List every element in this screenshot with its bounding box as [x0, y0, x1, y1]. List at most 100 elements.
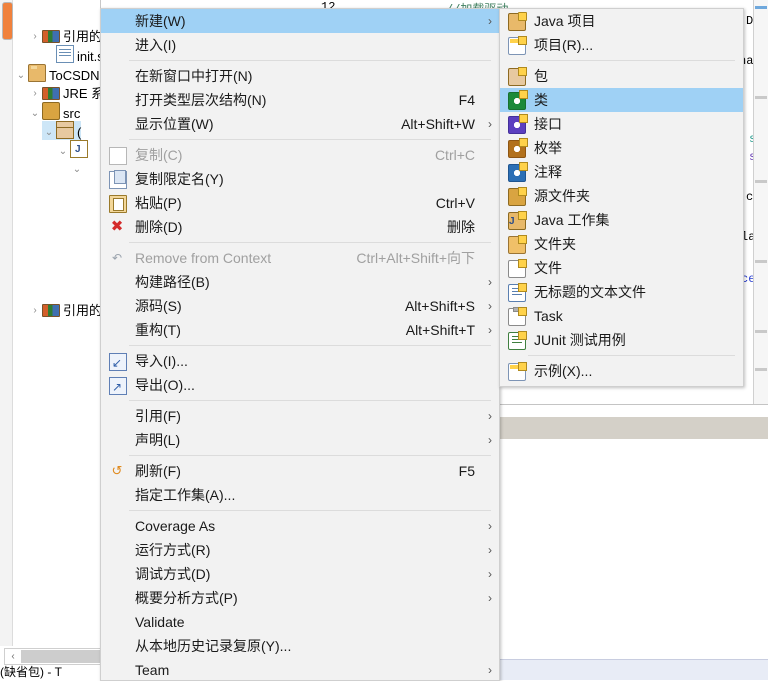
menu-item[interactable]: 在新窗口中打开(N): [101, 64, 499, 88]
tree-item[interactable]: ⌄ src: [28, 102, 80, 121]
tree-item[interactable]: ⌄: [70, 159, 84, 178]
menu-item[interactable]: 粘贴(P) Ctrl+V: [101, 191, 499, 215]
twisty-icon[interactable]: ⌄: [56, 142, 70, 161]
twisty-icon[interactable]: ⌄: [28, 104, 42, 123]
chevron-right-icon: ›: [488, 663, 492, 677]
submenu-item-label: 无标题的文本文件: [534, 284, 646, 300]
submenu-item[interactable]: 类: [500, 88, 743, 112]
scroll-left-arrow-icon[interactable]: ‹: [6, 650, 20, 663]
submenu-item[interactable]: 示例(X)...: [500, 359, 743, 383]
menu-item[interactable]: 进入(I): [101, 33, 499, 57]
menu-item[interactable]: 新建(W) ›: [101, 9, 499, 33]
tree-item[interactable]: init.s: [42, 45, 100, 64]
tree-item[interactable]: › 引用的: [28, 300, 100, 320]
menu-item-label: 新建(W): [135, 13, 186, 29]
context-menu[interactable]: 新建(W) › 进入(I) 在新窗口中打开(N) 打开类型层次结构(N) F4 显示位置(W…: [100, 8, 500, 681]
ruler-mark[interactable]: [755, 260, 767, 263]
menu-item-label: 概要分析方式(P): [135, 590, 238, 606]
menu-item-label: 粘贴(P): [135, 195, 182, 211]
ruler-mark[interactable]: [755, 330, 767, 333]
twisty-icon[interactable]: ›: [28, 27, 42, 46]
menu-item[interactable]: 概要分析方式(P) ›: [101, 586, 499, 610]
project-icon: [508, 36, 527, 55]
submenu-item[interactable]: 注释: [500, 160, 743, 184]
menu-item[interactable]: 复制限定名(Y): [101, 167, 499, 191]
menu-item-label: 导入(I)...: [135, 353, 188, 369]
menu-item[interactable]: 打开类型层次结构(N) F4: [101, 88, 499, 112]
menu-item[interactable]: 声明(L) ›: [101, 428, 499, 452]
chevron-right-icon: ›: [488, 567, 492, 581]
folder-icon: [508, 235, 527, 254]
menu-item[interactable]: 重构(T) Alt+Shift+T ›: [101, 318, 499, 342]
twisty-icon[interactable]: ⌄: [42, 123, 56, 142]
submenu-item[interactable]: 源文件夹: [500, 184, 743, 208]
junit-test-case-icon: [508, 331, 527, 350]
interface-icon: [508, 114, 528, 134]
submenu-item[interactable]: 接口: [500, 112, 743, 136]
copy-icon: [109, 147, 127, 165]
submenu-item[interactable]: Java 工作集: [500, 208, 743, 234]
menu-item-label: 指定工作集(A)...: [135, 487, 236, 503]
ruler-mark[interactable]: [755, 180, 767, 183]
submenu-item[interactable]: 无标题的文本文件: [500, 280, 743, 304]
menu-item-label: Validate: [135, 614, 185, 630]
twisty-icon[interactable]: ›: [28, 301, 42, 320]
submenu-item[interactable]: JUnit 测试用例: [500, 328, 743, 352]
submenu-item[interactable]: 项目(R)...: [500, 33, 743, 57]
menu-item[interactable]: ↺ 刷新(F) F5: [101, 459, 499, 483]
menu-item[interactable]: 引用(F) ›: [101, 404, 499, 428]
menu-item[interactable]: 源码(S) Alt+Shift+S ›: [101, 294, 499, 318]
chevron-right-icon: ›: [488, 409, 492, 423]
file-icon: [508, 259, 527, 278]
ruler-mark[interactable]: [755, 6, 767, 9]
menu-item-label: 刷新(F): [135, 463, 181, 479]
submenu-item[interactable]: 文件夹: [500, 232, 743, 256]
menu-item-accelerator: 删除: [447, 219, 475, 235]
menu-item-accelerator: Ctrl+V: [435, 195, 475, 211]
submenu-item[interactable]: 文件: [500, 256, 743, 280]
menu-item[interactable]: 构建路径(B) ›: [101, 270, 499, 294]
tree-item[interactable]: › JRE 系: [28, 83, 101, 103]
menu-item[interactable]: 导出(O)...: [101, 373, 499, 399]
menu-item[interactable]: ✖ 删除(D) 删除: [101, 215, 499, 239]
submenu-item-label: JUnit 测试用例: [534, 332, 626, 348]
explorer-tab-handle[interactable]: [2, 2, 13, 40]
ruler-mark[interactable]: [755, 96, 767, 99]
refresh-icon: ↺: [111, 463, 123, 478]
menu-item[interactable]: Team ›: [101, 658, 499, 680]
overview-ruler[interactable]: [753, 0, 768, 404]
menu-item[interactable]: 从本地历史记录复原(Y)...: [101, 634, 499, 658]
example-icon: [508, 362, 527, 381]
submenu-item[interactable]: Task: [500, 304, 743, 328]
submenu-item[interactable]: 包: [500, 64, 743, 88]
submenu-item-label: 文件: [534, 260, 562, 276]
tree-item-label: JRE 系: [63, 86, 101, 102]
menu-item[interactable]: 运行方式(R) ›: [101, 538, 499, 562]
menu-item[interactable]: 指定工作集(A)...: [101, 483, 499, 507]
menu-item[interactable]: 显示位置(W) Alt+Shift+W ›: [101, 112, 499, 136]
submenu-item[interactable]: Java 项目: [500, 9, 743, 33]
ruler-mark[interactable]: [755, 368, 767, 371]
menu-item-label: 声明(L): [135, 432, 181, 448]
chevron-right-icon: ›: [488, 323, 492, 337]
menu-item: ↶ Remove from Context Ctrl+Alt+Shift+向下: [101, 246, 499, 270]
submenu-item[interactable]: 枚举: [500, 136, 743, 160]
new-submenu[interactable]: Java 项目项目(R)... 包类接口枚举注释源文件夹 Java 工作集文件夹文件…: [499, 8, 744, 387]
horizontal-scrollbar[interactable]: ‹: [4, 648, 103, 665]
menu-separator: [129, 455, 491, 456]
tree-item[interactable]: › 引用的: [28, 26, 100, 46]
twisty-icon[interactable]: ⌄: [70, 160, 84, 179]
menu-item[interactable]: 调试方式(D) ›: [101, 562, 499, 586]
scrollbar-thumb[interactable]: [21, 650, 103, 663]
twisty-icon[interactable]: ⌄: [14, 66, 28, 85]
tree-item[interactable]: ⌄ ToCSDN: [14, 64, 100, 83]
tree-item[interactable]: ⌄(: [42, 121, 82, 142]
menu-item[interactable]: Validate: [101, 610, 499, 634]
chevron-right-icon: ›: [488, 14, 492, 28]
perspective-strip: [0, 0, 13, 646]
menu-item[interactable]: 导入(I)...: [101, 349, 499, 375]
tree-item[interactable]: ⌄: [56, 140, 91, 159]
project-icon: [28, 64, 46, 82]
menu-item[interactable]: Coverage As ›: [101, 514, 499, 538]
twisty-icon[interactable]: ›: [28, 84, 42, 103]
